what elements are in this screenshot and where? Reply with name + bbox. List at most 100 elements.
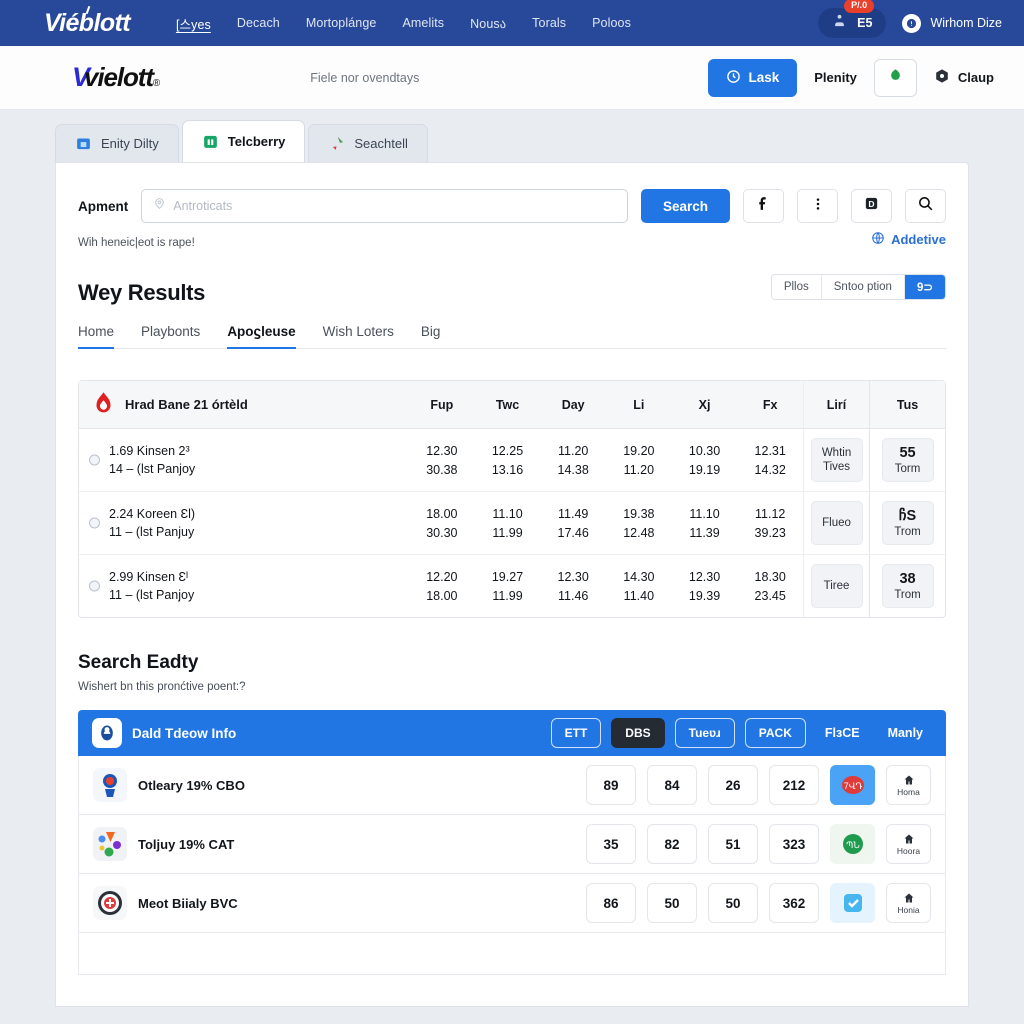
subtab-wish-loters[interactable]: Wish Loters bbox=[323, 324, 394, 348]
list-item[interactable]: Toljuy 19% CAT 35 82 51 323 ՊՆ Hoora bbox=[78, 815, 946, 874]
cell-bottom: 13.16 bbox=[491, 462, 524, 477]
subtab-big[interactable]: Big bbox=[421, 324, 441, 348]
row-tag-cell: Flueo bbox=[803, 492, 869, 554]
value-box-1[interactable]: 82 bbox=[647, 824, 697, 864]
svg-text:ՊՆ: ՊՆ bbox=[846, 840, 860, 850]
cell-bottom: 12.48 bbox=[623, 525, 655, 540]
cell-bottom: 30.30 bbox=[426, 525, 458, 540]
tag-chip[interactable]: Flueo bbox=[810, 501, 863, 545]
green-icon-button[interactable] bbox=[873, 58, 917, 97]
list-item[interactable]: Otleary 19% CBO 89 84 26 212 7ՎԴ Homa bbox=[78, 756, 946, 815]
value-box-0[interactable]: 86 bbox=[586, 883, 636, 923]
segment-0[interactable]: Pllos bbox=[771, 275, 822, 299]
bluebar-text-manly[interactable]: Manly bbox=[879, 726, 932, 740]
value-box-3[interactable]: 323 bbox=[769, 824, 819, 864]
nav-link-3[interactable]: Amelits bbox=[402, 16, 444, 30]
cell-bottom: 19.39 bbox=[688, 588, 721, 603]
value-box-0[interactable]: 89 bbox=[586, 765, 636, 805]
subtab-playbonts[interactable]: Playbonts bbox=[141, 324, 200, 348]
col-header-2[interactable]: Day bbox=[540, 381, 606, 428]
segment-2[interactable]: 9⊃ bbox=[904, 275, 945, 299]
row-cell-2: 11.49 17.46 bbox=[540, 492, 606, 554]
value-box-3[interactable]: 212 bbox=[769, 765, 819, 805]
nav-link-4[interactable]: Nousა bbox=[470, 16, 506, 31]
dollar-box-button[interactable]: D bbox=[851, 189, 892, 223]
section2-title: Search Eadty bbox=[78, 652, 199, 673]
col-header-tus[interactable]: Tus bbox=[869, 381, 945, 428]
claup-button[interactable]: Claup bbox=[934, 68, 994, 87]
row-line2: 11 – (lst Panjuy bbox=[109, 525, 195, 539]
row-radio-icon[interactable] bbox=[89, 517, 100, 529]
row-radio-icon[interactable] bbox=[89, 580, 100, 592]
row-cell-0: 12.20 18.00 bbox=[409, 555, 475, 617]
action-badge[interactable] bbox=[830, 883, 875, 923]
svg-text:7ՎԴ: 7ՎԴ bbox=[843, 781, 862, 791]
row-radio-icon[interactable] bbox=[89, 454, 100, 466]
avatar bbox=[902, 13, 922, 33]
plenity-link[interactable]: Plenity bbox=[814, 70, 857, 85]
bluebar-chip-pack[interactable]: PACK bbox=[744, 718, 806, 748]
action-badge[interactable]: ՊՆ bbox=[830, 824, 875, 864]
value-box-2[interactable]: 26 bbox=[708, 765, 758, 805]
value-box-3[interactable]: 362 bbox=[769, 883, 819, 923]
search-button[interactable]: Search bbox=[640, 189, 730, 223]
nav-link-0[interactable]: [스yes bbox=[176, 14, 211, 33]
table-row[interactable]: 2.99 Kinsen Ɛᴵ 11 – (lst Panjoy 12.20 18… bbox=[79, 555, 945, 617]
pill-count: E5 bbox=[857, 16, 873, 30]
nav-link-5[interactable]: Torals bbox=[532, 16, 566, 30]
lask-button[interactable]: Lask bbox=[708, 58, 798, 97]
bluebar-chip-dbs[interactable]: DBS bbox=[611, 718, 665, 748]
search-input[interactable] bbox=[173, 199, 616, 213]
segment-1[interactable]: Sntoo ption bbox=[821, 275, 905, 299]
table-row[interactable]: 1.69 Kinsen 2³ 14 – (lst Panjoy 12.30 30… bbox=[79, 429, 945, 492]
subtab-apoleuse[interactable]: Αpoϛleuse bbox=[227, 324, 296, 349]
home-button[interactable]: Hoora bbox=[886, 824, 931, 864]
tab-telcberry[interactable]: Telcberry bbox=[181, 120, 306, 162]
sub-header-actions: Lask Plenity Claup bbox=[708, 58, 994, 97]
value-box-2[interactable]: 50 bbox=[708, 883, 758, 923]
tag-chip[interactable]: Tiree bbox=[810, 564, 863, 608]
table-row[interactable]: 2.24 Koreen Ɛl) 11 – (lst Panjuy 18.00 3… bbox=[79, 492, 945, 555]
col-header-tag[interactable]: Lirí bbox=[803, 381, 869, 428]
value-box-2[interactable]: 51 bbox=[708, 824, 758, 864]
addetive-link[interactable]: Addetive bbox=[871, 231, 946, 248]
bluebar-chip-tue[interactable]: Tueʋɹ bbox=[674, 718, 735, 748]
tab-seachtell[interactable]: Seachtell bbox=[308, 124, 428, 162]
tus-chip[interactable]: ჩS Trom bbox=[881, 501, 934, 545]
more-button[interactable] bbox=[797, 189, 838, 223]
col-header-5[interactable]: Fx bbox=[737, 381, 803, 428]
home-button[interactable]: Homa bbox=[886, 765, 931, 805]
nav-link-6[interactable]: Poloos bbox=[592, 16, 631, 30]
search-icon-button[interactable] bbox=[905, 189, 946, 223]
subtab-home[interactable]: Home bbox=[78, 324, 115, 349]
value-box-0[interactable]: 35 bbox=[586, 824, 636, 864]
facebook-button[interactable] bbox=[743, 189, 784, 223]
row-tus-cell: 55 Torm bbox=[869, 429, 945, 491]
tab-enity-dilty[interactable]: Enity Dilty bbox=[55, 124, 179, 162]
navbar-logo[interactable]: Viéblott bbox=[44, 5, 131, 38]
col-header-1[interactable]: Twc bbox=[475, 381, 541, 428]
col-header-4[interactable]: Xj bbox=[672, 381, 738, 428]
row-name-cell: 2.99 Kinsen Ɛᴵ 11 – (lst Panjoy bbox=[79, 555, 409, 617]
brand-logo[interactable]: V vielott ® bbox=[72, 62, 160, 93]
cell-bottom: 14.38 bbox=[557, 462, 589, 477]
value-box-1[interactable]: 50 bbox=[647, 883, 697, 923]
col-header-0[interactable]: Fup bbox=[409, 381, 475, 428]
action-badge[interactable]: 7ՎԴ bbox=[830, 765, 875, 805]
list-item[interactable]: Meot Biialy ΒVC 86 50 50 362 Honia bbox=[78, 874, 946, 933]
bluebar-chip-ett[interactable]: ETT bbox=[550, 718, 602, 748]
notifications-pill[interactable]: E5 P/.0 bbox=[818, 0, 887, 38]
search-label: Apment bbox=[78, 198, 129, 214]
nav-link-2[interactable]: Mortoplánge bbox=[306, 16, 377, 30]
tus-chip[interactable]: 55 Torm bbox=[881, 438, 934, 482]
user-menu[interactable]: Wirhom Dize bbox=[902, 13, 1002, 33]
home-button[interactable]: Honia bbox=[886, 883, 931, 923]
value-box-1[interactable]: 84 bbox=[647, 765, 697, 805]
search-field-wrap[interactable] bbox=[141, 189, 628, 223]
tag-chip[interactable]: Whtin Tives bbox=[810, 438, 863, 482]
bluebar-text-flice[interactable]: FlɜCE bbox=[816, 726, 869, 740]
row-cell-4: 10.30 19.19 bbox=[672, 429, 738, 491]
col-header-3[interactable]: Li bbox=[606, 381, 672, 428]
nav-link-1[interactable]: Decach bbox=[237, 16, 280, 30]
tus-chip[interactable]: 38 Trom bbox=[881, 564, 934, 608]
